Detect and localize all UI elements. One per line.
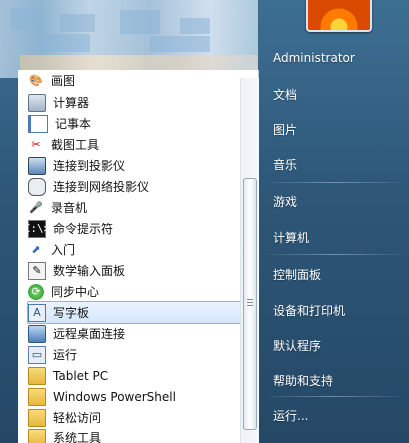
start-menu: 🎨 画图 计算器 记事本 ✂ 截图工具 连接到投影仪 连接到网络投影仪 🎤 录音… xyxy=(0,0,409,443)
blurred-header xyxy=(0,0,258,78)
program-item-sync-center[interactable]: ⟳ 同步中心 xyxy=(28,281,250,302)
program-folder-windows-powershell[interactable]: Windows PowerShell xyxy=(28,386,250,407)
program-label: 计算器 xyxy=(53,96,90,110)
wordpad-icon: A xyxy=(28,303,46,322)
network-projector-icon xyxy=(28,177,46,196)
program-label: Tablet PC xyxy=(53,368,109,383)
right-link-music[interactable]: 音乐 xyxy=(273,156,297,173)
program-label: 连接到网络投影仪 xyxy=(53,180,150,194)
remote-desktop-icon xyxy=(28,324,46,343)
snipping-tool-icon: ✂ xyxy=(31,138,41,151)
program-item-command-prompt[interactable]: C:\> 命令提示符 xyxy=(24,218,250,239)
program-label: 数学输入面板 xyxy=(53,264,126,278)
program-label: 写字板 xyxy=(53,306,90,320)
scrollbar-thumb[interactable] xyxy=(243,178,257,430)
programs-scrollbar[interactable] xyxy=(240,78,259,443)
program-item-notepad[interactable]: 记事本 xyxy=(28,113,250,134)
folder-icon xyxy=(28,408,46,427)
math-input-panel-icon: ✎ xyxy=(28,261,46,280)
right-link-pictures[interactable]: 图片 xyxy=(273,121,297,138)
program-folder-ease-of-access[interactable]: 轻松访问 xyxy=(28,407,250,428)
calculator-icon xyxy=(28,93,46,112)
right-link-run[interactable]: 运行... xyxy=(273,407,308,424)
projector-icon xyxy=(28,156,46,175)
program-label: 连接到投影仪 xyxy=(53,159,126,173)
blur-patch xyxy=(40,34,90,52)
program-label: 轻松访问 xyxy=(53,411,102,425)
right-link-devices-printers[interactable]: 设备和打印机 xyxy=(273,302,345,319)
program-item-wordpad[interactable]: A 写字板 xyxy=(27,301,251,324)
run-icon: ▭ xyxy=(28,345,46,364)
program-label: 记事本 xyxy=(55,117,92,131)
program-label: 截图工具 xyxy=(51,138,100,152)
program-label: 画图 xyxy=(51,74,76,88)
program-item-calculator[interactable]: 计算器 xyxy=(28,92,250,113)
blur-patch xyxy=(10,8,38,30)
right-link-user[interactable]: Administrator xyxy=(273,51,355,65)
blur-patch xyxy=(60,14,95,32)
program-label: 录音机 xyxy=(51,201,88,215)
blur-patch xyxy=(180,18,210,34)
program-label: 同步中心 xyxy=(51,285,100,299)
program-item-getting-started[interactable]: ⬈ 入门 xyxy=(28,239,250,260)
program-label: 远程桌面连接 xyxy=(53,327,126,341)
program-item-remote-desktop[interactable]: 远程桌面连接 xyxy=(28,323,250,344)
program-item-network-projector[interactable]: 连接到网络投影仪 xyxy=(28,176,250,197)
program-label: 运行 xyxy=(53,348,78,362)
right-link-computer[interactable]: 计算机 xyxy=(273,229,309,246)
getting-started-icon: ⬈ xyxy=(31,243,41,256)
scrollbar-grip-icon xyxy=(247,299,253,306)
blur-patch xyxy=(150,36,210,52)
folder-icon xyxy=(28,428,46,443)
separator xyxy=(268,254,400,255)
program-item-snipping-tool[interactable]: ✂ 截图工具 xyxy=(28,134,250,155)
sync-center-icon: ⟳ xyxy=(28,283,44,300)
right-link-help-support[interactable]: 帮助和支持 xyxy=(273,372,333,389)
program-item-projector[interactable]: 连接到投影仪 xyxy=(28,155,250,176)
command-prompt-icon: C:\> xyxy=(24,219,50,238)
program-item-sound-recorder[interactable]: 🎤 录音机 xyxy=(28,197,250,218)
program-item-math-input-panel[interactable]: ✎ 数学输入面板 xyxy=(28,260,250,281)
paint-icon: 🎨 xyxy=(29,74,43,87)
separator xyxy=(268,182,400,183)
programs-list[interactable]: 🎨 画图 计算器 记事本 ✂ 截图工具 连接到投影仪 连接到网络投影仪 🎤 录音… xyxy=(18,70,259,443)
program-label: 入门 xyxy=(51,243,76,257)
program-folder-system-tools[interactable]: 系统工具 xyxy=(28,427,250,443)
folder-icon xyxy=(28,366,46,385)
program-folder-tablet-pc[interactable]: Tablet PC xyxy=(28,365,250,386)
program-label: 系统工具 xyxy=(53,431,102,443)
microphone-icon: 🎤 xyxy=(29,201,43,214)
user-avatar[interactable] xyxy=(306,0,372,32)
program-label: Windows PowerShell xyxy=(53,389,176,404)
blur-patch xyxy=(120,10,160,34)
program-item-paint[interactable]: 🎨 画图 xyxy=(28,70,250,91)
separator xyxy=(268,396,400,397)
right-link-documents[interactable]: 文档 xyxy=(273,86,297,103)
right-link-default-programs[interactable]: 默认程序 xyxy=(273,337,321,354)
right-link-control-panel[interactable]: 控制面板 xyxy=(273,266,321,283)
right-link-games[interactable]: 游戏 xyxy=(273,193,297,210)
program-label: 命令提示符 xyxy=(53,222,114,236)
notepad-icon xyxy=(28,114,48,133)
folder-icon xyxy=(28,387,46,406)
program-item-run[interactable]: ▭ 运行 xyxy=(28,344,250,365)
